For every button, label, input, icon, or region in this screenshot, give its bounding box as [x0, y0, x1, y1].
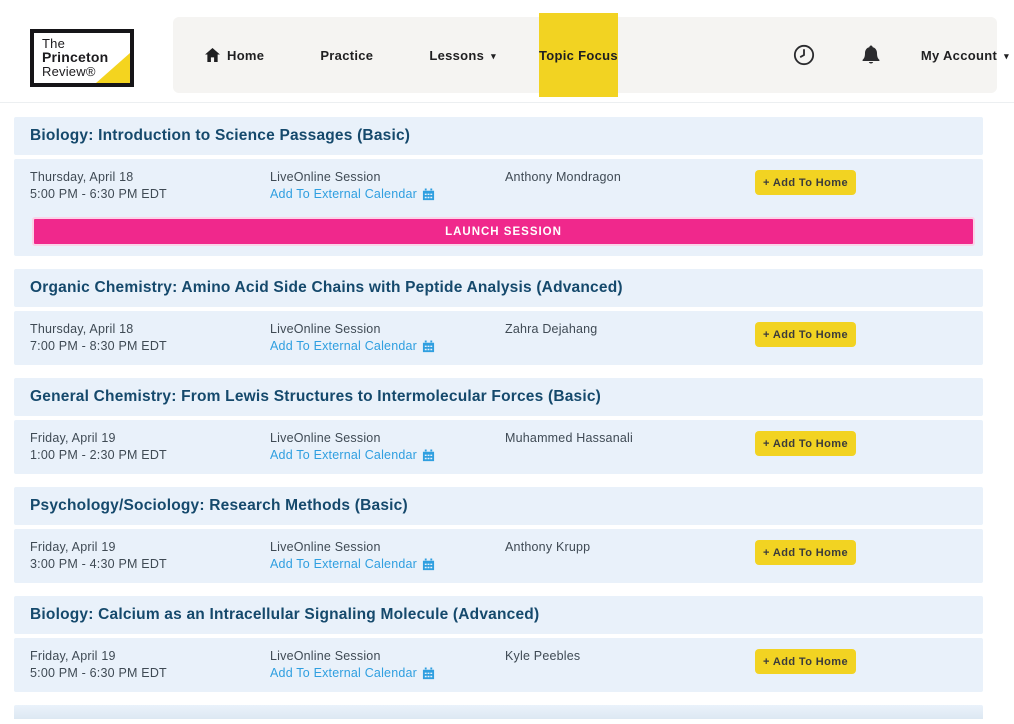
add-to-home-button[interactable]: + Add To Home: [755, 540, 856, 565]
nav-item-label: Home: [227, 48, 264, 63]
session-card: Organic Chemistry: Amino Acid Side Chain…: [14, 269, 983, 365]
nav-item-home[interactable]: Home: [205, 48, 264, 63]
session-date: Friday, April 19: [30, 648, 270, 665]
session-time: 5:00 PM - 6:30 PM EDT: [30, 665, 270, 682]
session-instructor: Zahra Dejahang: [505, 321, 755, 338]
session-details: Thursday, April 18 5:00 PM - 6:30 PM EDT…: [14, 159, 983, 256]
session-title: Organic Chemistry: Amino Acid Side Chain…: [30, 279, 623, 297]
session-time: 7:00 PM - 8:30 PM EDT: [30, 338, 270, 355]
session-card: Psychology/Sociology: Research Methods (…: [14, 487, 983, 583]
session-details: Friday, April 19 1:00 PM - 2:30 PM EDT L…: [14, 420, 983, 474]
add-to-home-button[interactable]: + Add To Home: [755, 322, 856, 347]
nav-item-label: Practice: [320, 48, 373, 63]
calendar-icon: [422, 449, 435, 462]
calendar-icon: [422, 558, 435, 571]
add-to-external-calendar-link[interactable]: Add To External Calendar: [270, 186, 505, 203]
calendar-icon: [422, 667, 435, 680]
add-to-external-calendar-link[interactable]: Add To External Calendar: [270, 447, 505, 464]
my-account-menu[interactable]: My Account ▾: [921, 48, 1009, 63]
session-type: LiveOnline Session: [270, 169, 505, 186]
bell-icon: [861, 44, 881, 66]
launch-session-button[interactable]: LAUNCH SESSION: [32, 217, 975, 246]
home-icon: [205, 48, 220, 62]
session-time: 1:00 PM - 2:30 PM EDT: [30, 447, 270, 464]
session-list: Biology: Introduction to Science Passage…: [0, 103, 1014, 719]
session-card: General Chemistry: From Lewis Structures…: [14, 378, 983, 474]
nav-item-lessons[interactable]: Lessons ▾: [429, 48, 496, 63]
session-title-row: General Chemistry: From Lewis Structures…: [14, 378, 983, 416]
caret-down-icon: ▾: [491, 51, 496, 62]
calendar-icon: [422, 340, 435, 353]
session-date: Thursday, April 18: [30, 169, 270, 186]
session-title-row: Organic Chemistry: Amino Acid Side Chain…: [14, 269, 983, 307]
session-title: General Chemistry: From Lewis Structures…: [30, 388, 601, 406]
add-to-home-button[interactable]: + Add To Home: [755, 431, 856, 456]
nav-item-label: Topic Focus: [539, 48, 618, 63]
session-card-partial: [14, 705, 983, 719]
session-card: Biology: Introduction to Science Passage…: [14, 117, 983, 256]
caret-down-icon: ▾: [1004, 51, 1009, 62]
session-date: Friday, April 19: [30, 430, 270, 447]
session-title-row: Biology: Calcium as an Intracellular Sig…: [14, 596, 983, 634]
my-account-label: My Account: [921, 48, 997, 63]
add-to-external-calendar-link[interactable]: Add To External Calendar: [270, 338, 505, 355]
history-clock-button[interactable]: [793, 44, 815, 66]
session-instructor: Kyle Peebles: [505, 648, 755, 665]
main-nav: Home Practice Lessons ▾ Topic Focus: [173, 17, 997, 93]
session-instructor: Anthony Krupp: [505, 539, 755, 556]
nav-item-topic-focus[interactable]: Topic Focus: [539, 13, 618, 97]
session-card: Biology: Calcium as an Intracellular Sig…: [14, 596, 983, 692]
session-title: Biology: Introduction to Science Passage…: [30, 127, 410, 145]
session-time: 3:00 PM - 4:30 PM EDT: [30, 556, 270, 573]
notifications-bell-button[interactable]: [861, 44, 881, 66]
clock-icon: [793, 44, 815, 66]
session-time: 5:00 PM - 6:30 PM EDT: [30, 186, 270, 203]
session-date: Friday, April 19: [30, 539, 270, 556]
add-to-home-button[interactable]: + Add To Home: [755, 649, 856, 674]
add-to-external-calendar-link[interactable]: Add To External Calendar: [270, 665, 505, 682]
session-details: Friday, April 19 5:00 PM - 6:30 PM EDT L…: [14, 638, 983, 692]
session-title: Psychology/Sociology: Research Methods (…: [30, 497, 408, 515]
session-type: LiveOnline Session: [270, 321, 505, 338]
logo-yellow-triangle: [96, 53, 130, 83]
session-details: Friday, April 19 3:00 PM - 4:30 PM EDT L…: [14, 529, 983, 583]
session-type: LiveOnline Session: [270, 648, 505, 665]
session-instructor: Muhammed Hassanali: [505, 430, 755, 447]
add-to-home-button[interactable]: + Add To Home: [755, 170, 856, 195]
nav-item-practice[interactable]: Practice: [320, 48, 373, 63]
session-title: Biology: Calcium as an Intracellular Sig…: [30, 606, 539, 624]
session-title-row: Biology: Introduction to Science Passage…: [14, 117, 983, 155]
session-date: Thursday, April 18: [30, 321, 270, 338]
session-details: Thursday, April 18 7:00 PM - 8:30 PM EDT…: [14, 311, 983, 365]
princeton-review-logo[interactable]: The Princeton Review®: [30, 29, 134, 87]
session-title-row: Psychology/Sociology: Research Methods (…: [14, 487, 983, 525]
session-type: LiveOnline Session: [270, 539, 505, 556]
calendar-icon: [422, 188, 435, 201]
top-header: The Princeton Review® Home Practice Less…: [0, 0, 1014, 103]
session-type: LiveOnline Session: [270, 430, 505, 447]
add-to-external-calendar-link[interactable]: Add To External Calendar: [270, 556, 505, 573]
nav-item-label: Lessons: [429, 48, 484, 63]
session-instructor: Anthony Mondragon: [505, 169, 755, 186]
